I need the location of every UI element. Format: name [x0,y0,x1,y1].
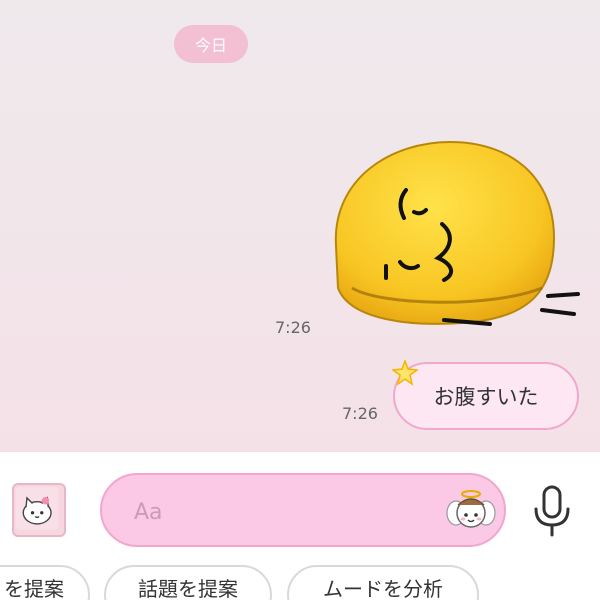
sticker-picker-button[interactable] [12,483,66,537]
suggestion-chip-label: 話題を提案 [138,577,238,600]
message-input[interactable] [132,493,426,531]
suggestion-chip[interactable]: を提案 [0,565,90,600]
microphone-icon[interactable] [530,485,574,537]
message-timestamp: 7:26 [342,404,378,423]
suggestion-chip-label: ムードを分析 [323,577,443,600]
date-separator-badge: 今日 [174,25,248,63]
chat-message-area[interactable]: 今日 7:26 お腹すいた 7:26 [0,0,600,452]
angel-character-emoji-icon[interactable] [444,485,498,539]
sent-message-bubble[interactable]: お腹すいた [393,362,579,430]
cat-sticker-icon [15,486,59,530]
date-label: 今日 [194,36,227,55]
yellow-blob-sticker[interactable] [322,138,588,344]
message-input-container[interactable] [100,473,506,547]
chat-screen: 今日 7:26 お腹すいた 7:26 Aa を提案 話題を提案 ムードを分析 [0,0,600,600]
star-icon [392,360,418,386]
suggestion-chip-topic[interactable]: 話題を提案 [104,565,272,600]
suggestion-chip-mood[interactable]: ムードを分析 [287,565,479,600]
message-timestamp: 7:26 [275,318,311,337]
message-text: お腹すいた [433,385,539,409]
suggestion-chip-label: を提案 [4,577,64,600]
composer-bar: を提案 話題を提案 ムードを分析 [0,452,600,600]
